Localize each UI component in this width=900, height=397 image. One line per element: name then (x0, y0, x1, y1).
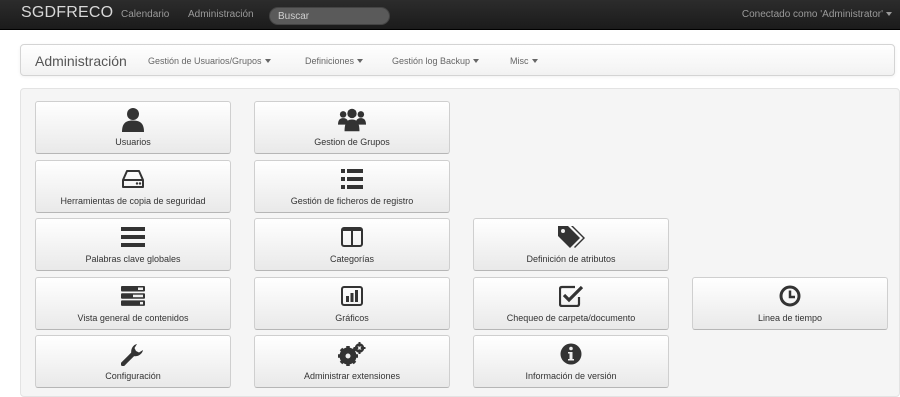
brand-link[interactable]: SGDFRECO (21, 4, 113, 22)
tile-label: Herramientas de copia de seguridad (60, 196, 206, 206)
hdd-icon (119, 167, 147, 191)
tile-label: Configuración (105, 371, 161, 381)
nav-link-administracion[interactable]: Administración (188, 9, 254, 20)
check-icon (557, 284, 585, 308)
tile-herramientas-copia-seguridad[interactable]: Herramientas de copia de seguridad (35, 160, 231, 213)
tile-linea-tiempo[interactable]: Linea de tiempo (692, 277, 888, 330)
page-title: Administración (35, 53, 127, 69)
menu-misc[interactable]: Misc (510, 56, 538, 66)
list-icon (338, 167, 366, 191)
tile-vista-general-contenidos[interactable]: Vista general de contenidos (35, 277, 231, 330)
tile-label: Definición de atributos (526, 254, 616, 264)
tile-label: Vista general de contenidos (77, 313, 189, 323)
tile-categorias[interactable]: Categorías (254, 218, 450, 271)
tile-gestion-ficheros-registro[interactable]: Gestión de ficheros de registro (254, 160, 450, 213)
cogs-icon (338, 342, 366, 366)
tile-administrar-extensiones[interactable]: Administrar extensiones (254, 335, 450, 388)
tile-label: Palabras clave globales (85, 254, 181, 264)
tile-label: Chequeo de carpeta/documento (506, 313, 636, 323)
user-menu-dropdown[interactable]: Conectado como 'Administrator' (742, 9, 892, 20)
wrench-icon (119, 342, 147, 366)
chevron-down-icon (473, 59, 480, 63)
search-input[interactable]: Buscar (269, 7, 390, 25)
tile-configuracion[interactable]: Configuración (35, 335, 231, 388)
tile-palabras-clave-globales[interactable]: Palabras clave globales (35, 218, 231, 271)
menu-label: Gestión de Usuarios/Grupos (148, 56, 262, 66)
tile-label: Usuarios (115, 137, 151, 147)
bar-chart-icon (338, 284, 366, 308)
tile-label: Gráficos (335, 313, 369, 323)
tile-label: Información de versión (525, 371, 617, 381)
tile-label: Categorías (329, 254, 375, 264)
tile-informacion-version[interactable]: Información de versión (473, 335, 669, 388)
chevron-down-icon (886, 12, 892, 16)
columns-icon (338, 225, 366, 249)
admin-subnav: Administración Gestión de Usuarios/Grupo… (20, 44, 895, 76)
tile-label: Gestion de Grupos (314, 137, 390, 147)
clock-icon (776, 284, 804, 308)
top-navbar: SGDFRECO Calendario Administración Busca… (0, 0, 900, 30)
tasks-icon (119, 284, 147, 308)
tile-label: Administrar extensiones (303, 371, 401, 381)
menu-gestion-usuarios-grupos[interactable]: Gestión de Usuarios/Grupos (148, 56, 271, 66)
tile-graficos[interactable]: Gráficos (254, 277, 450, 330)
tile-label: Gestión de ficheros de registro (290, 196, 414, 206)
chevron-down-icon (357, 59, 364, 63)
tile-usuarios[interactable]: Usuarios (35, 101, 231, 154)
info-icon (557, 342, 585, 366)
tags-icon (557, 225, 585, 249)
menu-label: Definiciones (305, 56, 355, 66)
group-icon (338, 108, 366, 132)
reorder-icon (119, 225, 147, 249)
menu-label: Misc (510, 56, 529, 66)
menu-definiciones[interactable]: Definiciones (305, 56, 364, 66)
tile-gestion-grupos[interactable]: Gestion de Grupos (254, 101, 450, 154)
tile-definicion-atributos[interactable]: Definición de atributos (473, 218, 669, 271)
chevron-down-icon (264, 59, 271, 63)
chevron-down-icon (531, 59, 538, 63)
menu-gestion-log-backup[interactable]: Gestión log Backup (392, 56, 480, 66)
user-icon (119, 108, 147, 132)
user-menu-label: Conectado como 'Administrator' (741, 9, 883, 20)
tile-chequeo-carpeta-documento[interactable]: Chequeo de carpeta/documento (473, 277, 669, 330)
tile-label: Linea de tiempo (757, 313, 823, 323)
menu-label: Gestión log Backup (392, 56, 471, 66)
nav-link-calendario[interactable]: Calendario (121, 9, 169, 20)
